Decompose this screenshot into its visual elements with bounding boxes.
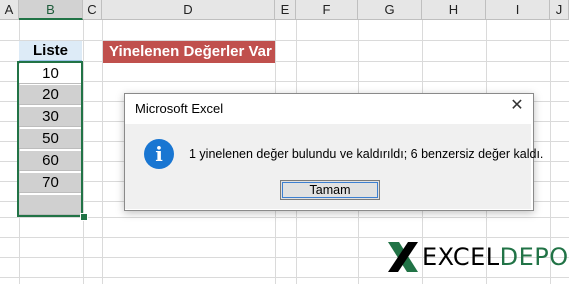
column-header-j[interactable]: J [550,0,569,20]
close-icon[interactable]: ✕ [509,98,525,114]
column-header-d[interactable]: D [102,0,275,20]
gridline [0,40,569,41]
selection-border [17,61,83,217]
gridline [0,277,569,278]
ok-button[interactable]: Tamam [280,180,380,200]
fill-handle[interactable] [80,213,88,221]
column-header-b[interactable]: B [19,0,83,20]
list-header-cell[interactable]: Liste [19,41,82,61]
gridline [0,237,569,238]
dialog-title: Microsoft Excel [135,101,224,116]
logo-text: EXCELDEPO [422,243,569,271]
column-header-e[interactable]: E [275,0,296,20]
column-header-g[interactable]: G [358,0,422,20]
column-header-f[interactable]: F [296,0,358,20]
gridline [0,81,569,82]
duplicates-banner[interactable]: Yinelenen Değerler Var [103,41,275,63]
logo-text-depo: DEPO [499,243,569,271]
logo-text-excel: EXCEL [422,243,500,271]
dialog-message: 1 yinelenen değer bulundu ve kaldırıldı;… [189,147,544,161]
column-header-i[interactable]: I [486,0,550,20]
info-icon: i [144,139,174,169]
excel-depo-x-icon [388,242,418,272]
column-header-c[interactable]: C [83,0,102,20]
gridline [0,61,569,62]
message-dialog: Microsoft Excel ✕ i 1 yinelenen değer bu… [124,93,543,211]
gridline [83,20,84,284]
excel-depo-logo: EXCELDEPO [386,240,569,274]
column-header-h[interactable]: H [422,0,486,20]
column-header-a[interactable]: A [0,0,19,20]
